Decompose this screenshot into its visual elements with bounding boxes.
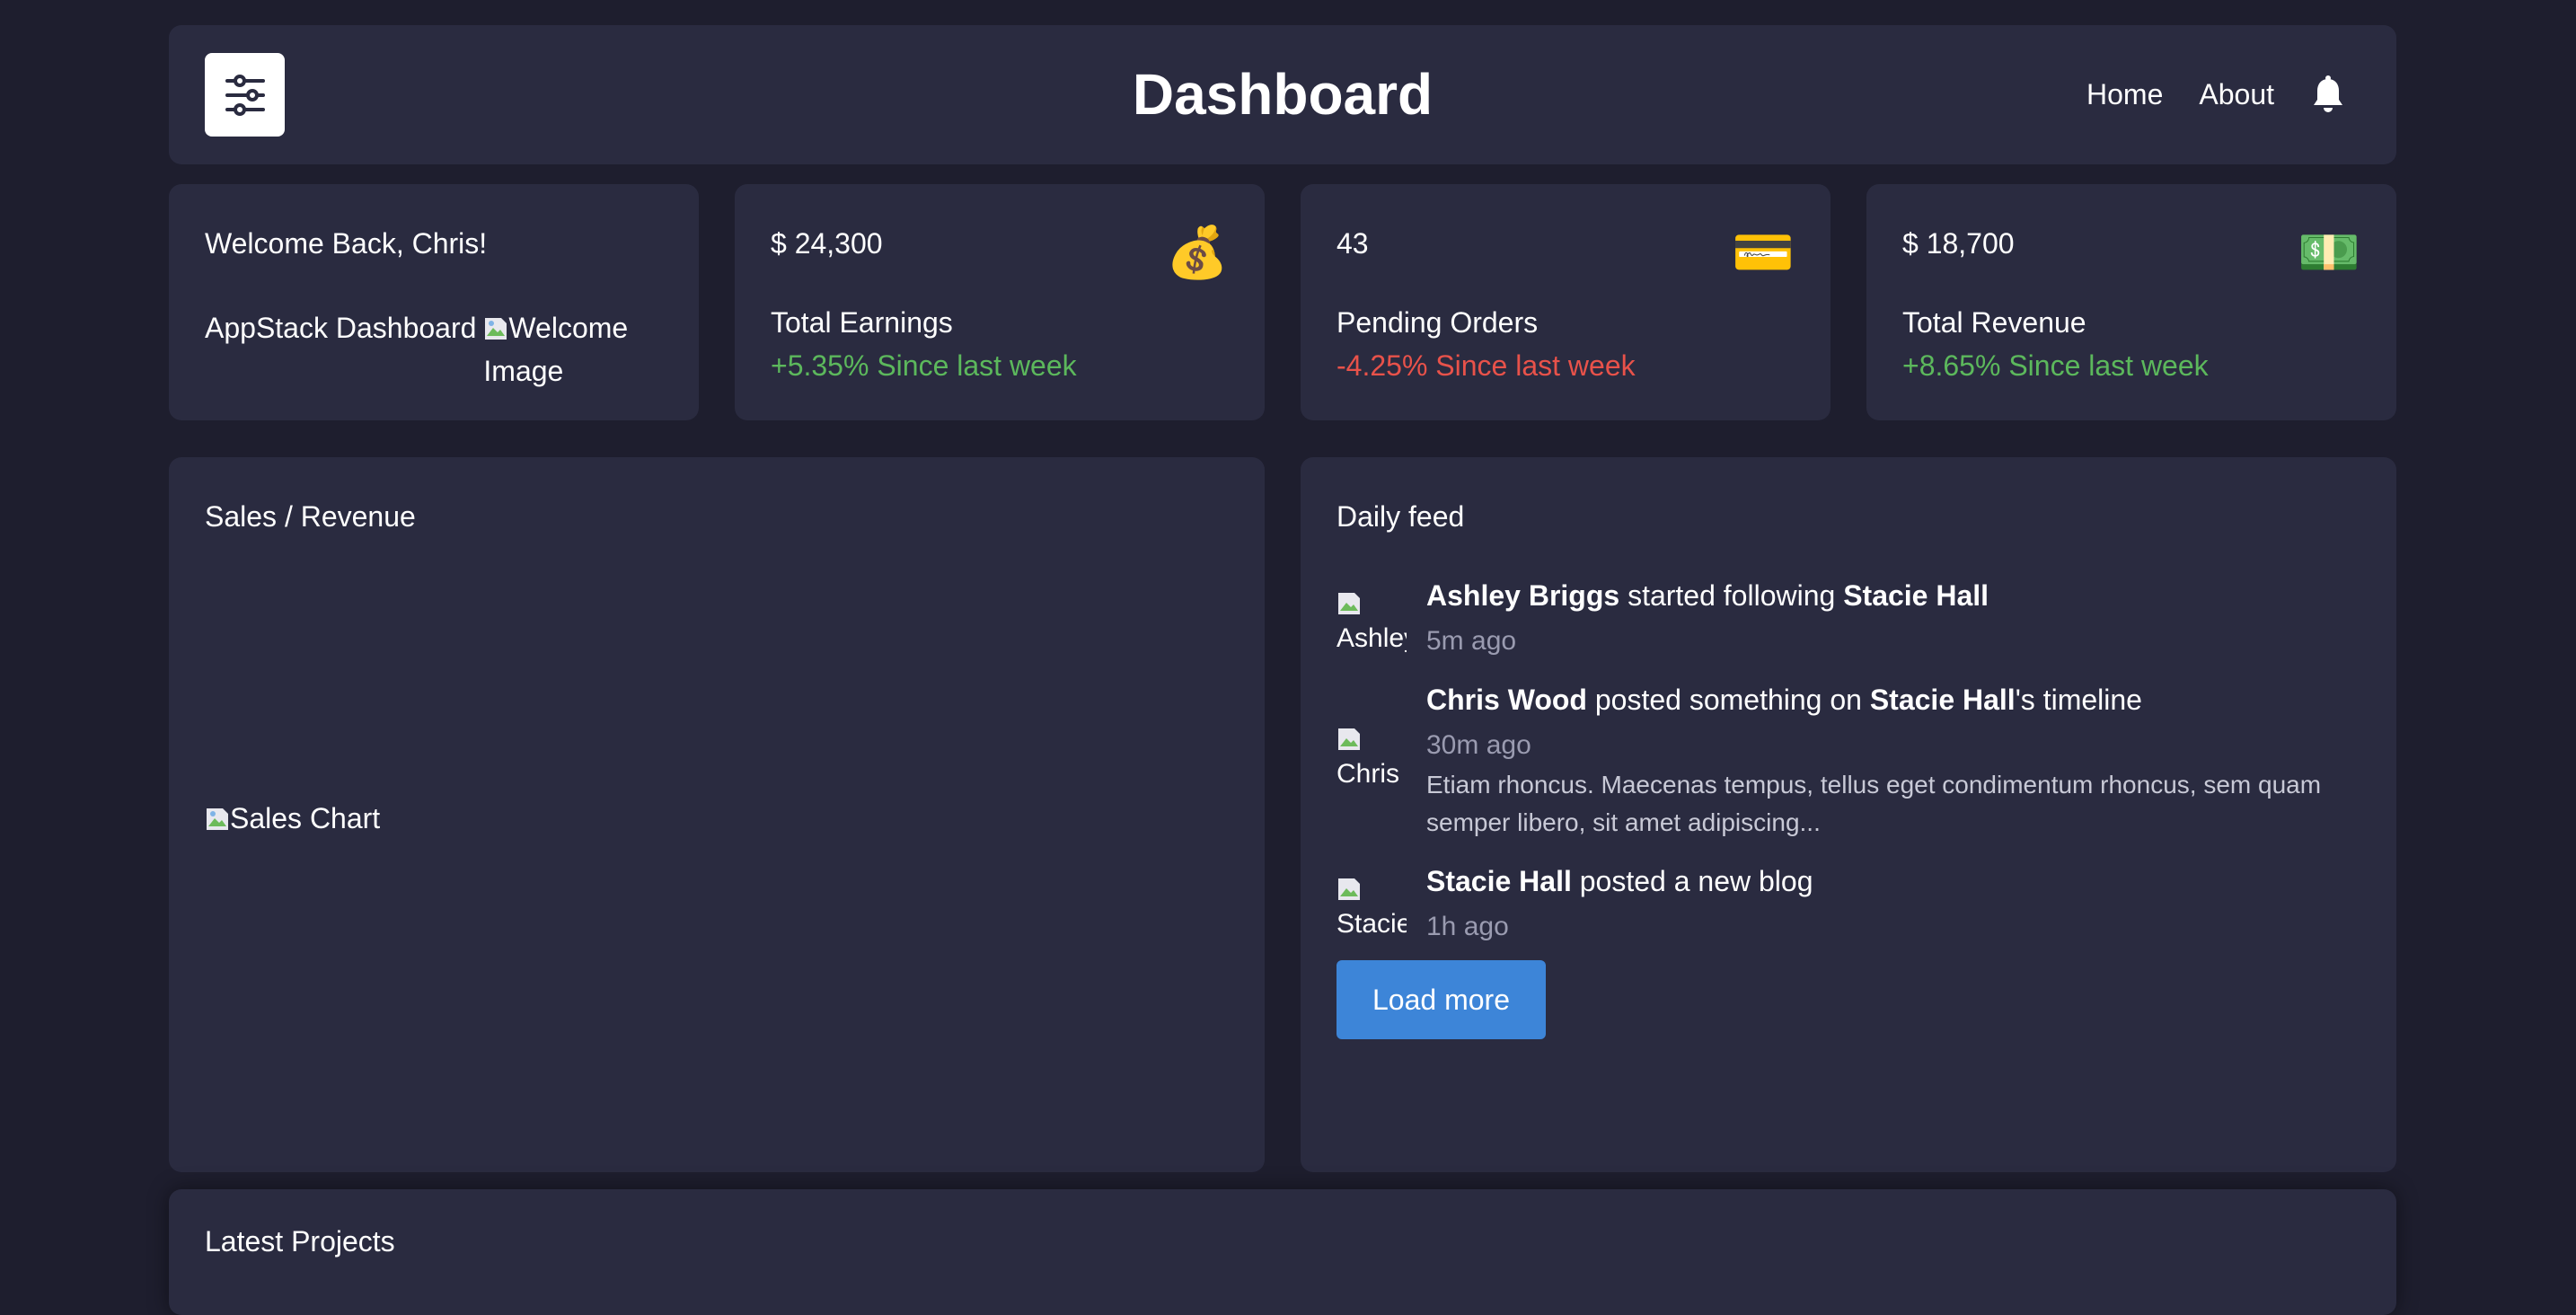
stat-value: $ 18,700 bbox=[1902, 227, 2015, 260]
feed-target[interactable]: Stacie Hall bbox=[1870, 684, 2016, 716]
nav-about-link[interactable]: About bbox=[2199, 78, 2274, 111]
feed-actor[interactable]: Chris Wood bbox=[1426, 684, 1587, 716]
feed-suffix: 's timeline bbox=[2015, 684, 2142, 716]
avatar-alt: Chris bbox=[1337, 759, 1400, 789]
welcome-greeting: Welcome Back, Chris! bbox=[205, 227, 488, 260]
stat-value: 43 bbox=[1337, 227, 1369, 260]
money-bag-icon: 💰 bbox=[1166, 224, 1229, 280]
stat-card-revenue: $ 18,700 💵 Total Revenue +8.65% Since la… bbox=[1866, 184, 2396, 420]
projects-title: Latest Projects bbox=[205, 1225, 395, 1258]
stat-card-earnings: $ 24,300 💰 Total Earnings +5.35% Since l… bbox=[735, 184, 1265, 420]
avatar: Ashley bbox=[1337, 587, 1407, 658]
broken-image-icon bbox=[1338, 728, 1360, 750]
avatar: Stacie bbox=[1337, 873, 1407, 943]
avatar-alt: Stacie bbox=[1337, 909, 1407, 939]
feed-actor[interactable]: Ashley Briggs bbox=[1426, 579, 1619, 612]
load-more-button[interactable]: Load more bbox=[1337, 960, 1546, 1039]
feed-excerpt: Etiam rhoncus. Maecenas tempus, tellus e… bbox=[1426, 771, 2322, 836]
avatar: Chris bbox=[1337, 723, 1407, 793]
feed-target[interactable]: Stacie Hall bbox=[1843, 579, 1989, 612]
page-title: Dashboard bbox=[1132, 62, 1434, 127]
welcome-card: Welcome Back, Chris! AppStack Dashboard … bbox=[169, 184, 699, 420]
feed-text: Stacie Hall posted a new blog bbox=[1426, 860, 1813, 903]
stat-label: Pending Orders bbox=[1337, 306, 1539, 339]
feed-time: 5m ago bbox=[1426, 626, 1517, 656]
app-name: AppStack Dashboard bbox=[205, 312, 477, 344]
sales-chart-alt: Sales Chart bbox=[230, 802, 381, 834]
daily-feed-card: Daily feed Ashley Ashley Briggs started … bbox=[1301, 457, 2396, 1172]
credit-card-icon: 💳 bbox=[1732, 224, 1795, 280]
feed-time: 1h ago bbox=[1426, 912, 1509, 941]
top-header: Dashboard Home About bbox=[169, 25, 2396, 164]
sales-chart-image: Sales Chart bbox=[205, 802, 380, 835]
sales-revenue-card: Sales / Revenue Sales Chart bbox=[169, 457, 1265, 1172]
stat-trend: -4.25% Since last week bbox=[1337, 349, 1636, 382]
feed-text: Ashley Briggs started following Stacie H… bbox=[1426, 574, 1989, 617]
stat-trend: +8.65% Since last week bbox=[1902, 349, 2209, 382]
broken-image-icon bbox=[1338, 593, 1360, 614]
feed-actor[interactable]: Stacie Hall bbox=[1426, 865, 1572, 897]
nav-home-link[interactable]: Home bbox=[2086, 78, 2163, 111]
sales-title: Sales / Revenue bbox=[205, 500, 416, 533]
feed-time: 30m ago bbox=[1426, 730, 1531, 760]
stat-trend: +5.35% Since last week bbox=[771, 349, 1077, 382]
avatar-alt: Ashley bbox=[1337, 623, 1407, 653]
feed-action: posted something on bbox=[1586, 684, 1870, 716]
bell-icon[interactable] bbox=[2310, 75, 2346, 115]
stat-card-orders: 43 💳 Pending Orders -4.25% Since last we… bbox=[1301, 184, 1831, 420]
banknote-icon: 💵 bbox=[2298, 224, 2360, 280]
broken-image-icon bbox=[207, 808, 228, 830]
stat-label: Total Earnings bbox=[771, 306, 953, 339]
feed-title: Daily feed bbox=[1337, 500, 1465, 533]
feed-action: posted a new blog bbox=[1571, 865, 1813, 897]
top-nav: Home About bbox=[2086, 25, 2346, 164]
welcome-row: AppStack Dashboard Welcome Image bbox=[205, 306, 636, 393]
stat-value: $ 24,300 bbox=[771, 227, 883, 260]
latest-projects-card: Latest Projects bbox=[169, 1189, 2396, 1315]
broken-image-icon bbox=[1338, 878, 1360, 900]
welcome-image: Welcome Image bbox=[483, 306, 636, 393]
feed-text: Chris Wood posted something on Stacie Ha… bbox=[1426, 678, 2142, 721]
broken-image-icon bbox=[485, 318, 507, 340]
feed-action: started following bbox=[1619, 579, 1844, 612]
stat-label: Total Revenue bbox=[1902, 306, 2086, 339]
